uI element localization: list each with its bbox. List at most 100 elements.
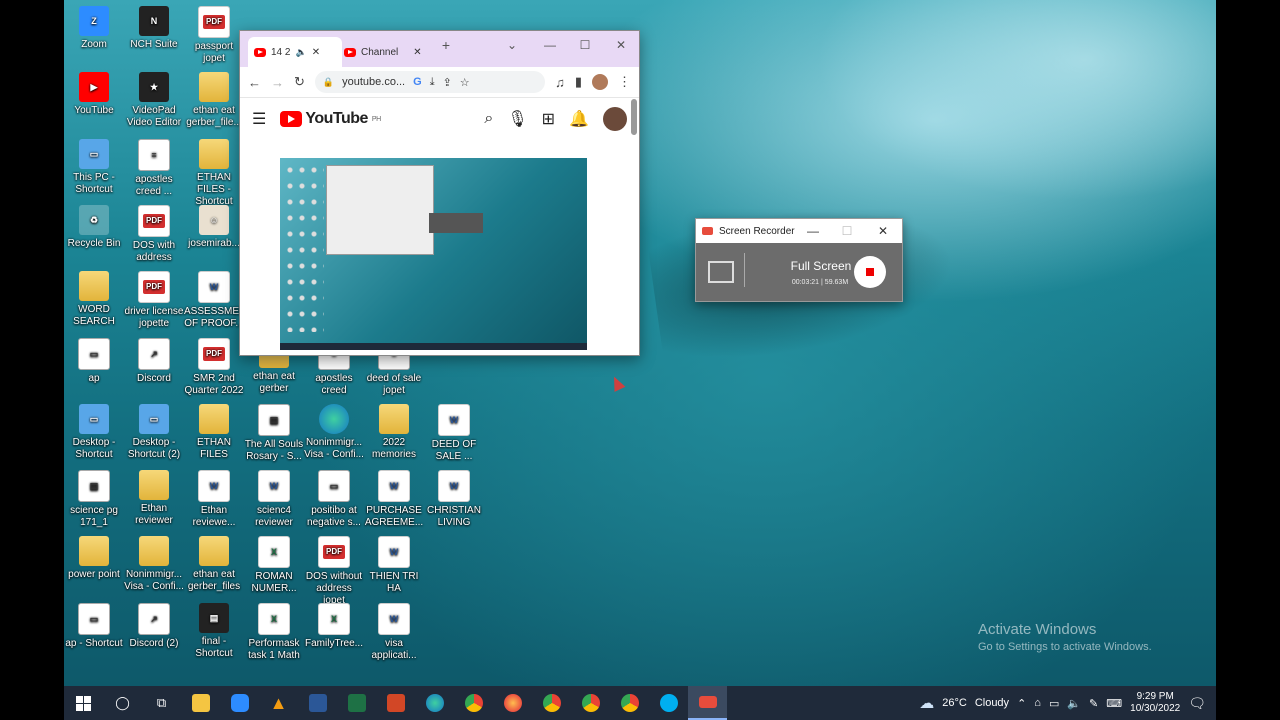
zoom-taskbar-icon[interactable]: [220, 686, 259, 720]
bookmark-star-icon[interactable]: ☆: [460, 76, 470, 89]
maximize-button[interactable]: ☐: [571, 35, 599, 55]
desktop-icon[interactable]: ♻ Recycle Bin: [64, 199, 124, 250]
word-taskbar-icon[interactable]: [298, 686, 337, 720]
recorder-minimize-button[interactable]: —: [796, 219, 830, 243]
desktop-icon[interactable]: W DEED OF SALE ...: [424, 398, 484, 463]
desktop-icon[interactable]: X ROMAN NUMER...: [244, 530, 304, 595]
desktop-icon[interactable]: Ethan reviewer: [124, 464, 184, 527]
firefox-taskbar-icon[interactable]: [493, 686, 532, 720]
notifications-bell-icon[interactable]: 🔔: [569, 109, 589, 129]
tab-search-chevron-icon[interactable]: ⌄: [498, 35, 526, 55]
minimize-button[interactable]: —: [536, 35, 564, 55]
task-view-icon[interactable]: ⧉: [142, 686, 181, 720]
search-icon[interactable]: ⌕: [484, 110, 493, 128]
desktop-icon[interactable]: ▭ positibo at negative s...: [304, 464, 364, 529]
desktop-icon[interactable]: WORD SEARCH: [64, 265, 124, 328]
new-tab-button[interactable]: +: [432, 35, 460, 55]
clock[interactable]: 9:29 PM 10/30/2022: [1130, 691, 1180, 715]
desktop-icon[interactable]: W Ethan reviewe...: [184, 464, 244, 529]
desktop-icon[interactable]: ▭ Desktop - Shortcut (2): [124, 398, 184, 461]
desktop-icon[interactable]: W ASSESSMENT OF PROOF...: [184, 265, 252, 330]
menu-icon[interactable]: ⋮: [618, 74, 631, 90]
desktop-icon[interactable]: PDF DOS with address: [124, 199, 184, 264]
desktop-icon[interactable]: ethan eat gerber_file...: [184, 66, 244, 129]
recorder-close-button[interactable]: ✕: [866, 219, 900, 243]
powerpoint-taskbar-icon[interactable]: [376, 686, 415, 720]
hamburger-menu-icon[interactable]: ☰: [252, 109, 266, 129]
install-icon[interactable]: ⤓: [430, 76, 435, 89]
share-icon[interactable]: ⇪: [443, 76, 452, 89]
desktop-icon[interactable]: ETHAN FILES: [184, 398, 244, 461]
tab-close-icon[interactable]: ✕: [312, 47, 320, 58]
desktop-icon[interactable]: ▤ final - Shortcut: [184, 597, 244, 660]
chrome-profile-4-icon[interactable]: [610, 686, 649, 720]
chrome-profile-2-icon[interactable]: [532, 686, 571, 720]
desktop-icon[interactable]: ▭ ap - Shortcut: [64, 597, 124, 650]
profile-avatar[interactable]: [592, 74, 608, 90]
desktop-icon[interactable]: X FamilyTree...: [304, 597, 364, 650]
google-icon[interactable]: G: [413, 76, 422, 88]
audio-icon[interactable]: 🔈: [295, 47, 306, 58]
desktop-icon[interactable]: PDF driver license jopette: [124, 265, 184, 330]
video-player[interactable]: [280, 158, 587, 350]
account-avatar[interactable]: [603, 107, 627, 131]
desktop-icon[interactable]: Nonimmigr... Visa - Confi...: [124, 530, 184, 593]
tab-youtube-video[interactable]: 14 2 🔈 ✕: [248, 37, 342, 67]
battery-icon[interactable]: ▭: [1049, 697, 1059, 710]
desktop-icon[interactable]: N NCH Suite: [124, 0, 184, 51]
back-icon[interactable]: ←: [248, 75, 261, 90]
desktop-icon[interactable]: ▭ Desktop - Shortcut: [64, 398, 124, 461]
desktop-icon[interactable]: ▶ YouTube: [64, 66, 124, 117]
side-panel-icon[interactable]: ▮: [575, 74, 582, 90]
desktop-icon[interactable]: ▭ ap: [64, 332, 124, 385]
desktop-icon[interactable]: ethan eat gerber_files: [184, 530, 244, 593]
scrollbar-thumb[interactable]: [631, 99, 637, 135]
start-windows-icon[interactable]: [64, 686, 103, 720]
youtube-logo[interactable]: YouTube PH: [280, 110, 381, 128]
desktop-icon[interactable]: ETHAN FILES - Shortcut: [184, 133, 244, 208]
file-explorer-icon[interactable]: [181, 686, 220, 720]
desktop-icon[interactable]: PDF SMR 2nd Quarter 2022: [184, 332, 244, 397]
desktop-icon[interactable]: Z Zoom: [64, 0, 124, 51]
edge-taskbar-icon[interactable]: [415, 686, 454, 720]
desktop-icon[interactable]: Wvisa applicati...: [364, 597, 424, 662]
desktop-icon[interactable]: ≡ apostles creed ...: [124, 133, 184, 198]
screen-recorder-taskbar-icon[interactable]: [688, 686, 727, 720]
vlc-icon[interactable]: ▲: [259, 686, 298, 720]
desktop-icon[interactable]: ↗ Discord (2): [124, 597, 184, 650]
microphone-icon[interactable]: 🎙: [507, 109, 527, 129]
pen-icon[interactable]: ✎: [1089, 697, 1098, 710]
desktop-icon[interactable]: ★ VideoPad Video Editor: [124, 66, 184, 129]
volume-icon[interactable]: 🔈: [1067, 697, 1081, 710]
notifications-icon[interactable]: 🗨: [1188, 695, 1206, 712]
forward-icon[interactable]: →: [271, 75, 284, 90]
desktop-icon[interactable]: 2022 memories: [364, 398, 424, 461]
desktop-icon[interactable]: W THIEN TRI HA: [364, 530, 424, 595]
capture-area-icon[interactable]: [708, 261, 734, 283]
excel-taskbar-icon[interactable]: [337, 686, 376, 720]
chrome-taskbar-icon[interactable]: [454, 686, 493, 720]
keyboard-icon[interactable]: ⌨: [1106, 697, 1122, 710]
weather-temp[interactable]: 26°C: [942, 697, 967, 709]
desktop-icon[interactable]: Wscienc4 reviewer: [244, 464, 304, 529]
desktop-icon[interactable]: W CHRISTIAN LIVING: [424, 464, 484, 529]
cortana-search-icon[interactable]: ◯: [103, 686, 142, 720]
chrome-profile-3-icon[interactable]: [571, 686, 610, 720]
skype-taskbar-icon[interactable]: [649, 686, 688, 720]
weather-text[interactable]: Cloudy: [975, 697, 1009, 709]
desktop-icon[interactable]: power point: [64, 530, 124, 581]
weather-cloud-icon[interactable]: ☁: [919, 694, 934, 712]
desktop-icon[interactable]: ↗ Discord: [124, 332, 184, 385]
desktop-icon[interactable]: ▤ science pg 171_1: [64, 464, 124, 529]
close-button[interactable]: ✕: [607, 35, 635, 55]
desktop-icon[interactable]: ▭ This PC - Shortcut: [64, 133, 124, 196]
desktop-icon[interactable]: ▤ The All Souls Rosary - S...: [244, 398, 304, 463]
tab-channel[interactable]: Channel ✕: [338, 37, 430, 67]
media-icon[interactable]: ♫: [555, 75, 565, 90]
tab-close-icon[interactable]: ✕: [413, 47, 421, 58]
show-hidden-icons-chevron-icon[interactable]: ⌃: [1017, 697, 1026, 710]
stop-recording-button[interactable]: [854, 256, 886, 288]
desktop-icon[interactable]: X Performask task 1 Math: [244, 597, 304, 662]
reload-icon[interactable]: ↻: [294, 74, 305, 90]
desktop-icon[interactable]: PDF passport jopet: [184, 0, 244, 65]
